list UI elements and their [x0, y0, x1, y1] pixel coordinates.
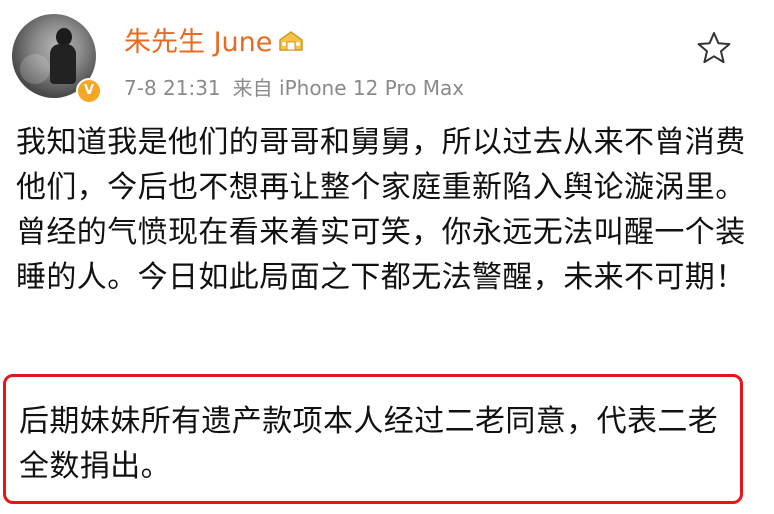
post-body: 我知道我是他们的哥哥和舅舅，所以过去从来不曾消费他们，今后也不想再让整个家庭重新…: [16, 125, 746, 295]
verified-badge-icon: V: [76, 78, 102, 104]
post-meta: 7-8 21:31 来自 iPhone 12 Pro Max: [124, 74, 464, 102]
post-source: 来自 iPhone 12 Pro Max: [232, 76, 465, 100]
post-date: 7-8 21:31: [124, 76, 221, 100]
weibo-post: V 朱先生 June 7-8 21:31 来自 iPhone 12 Pro Max…: [0, 0, 774, 514]
highlighted-text: 后期妹妹所有遗产款项本人经过二老同意，代表二老全数捐出。: [19, 404, 719, 484]
highlight-box: 后期妹妹所有遗产款项本人经过二老同意，代表二老全数捐出。: [3, 374, 743, 504]
avatar[interactable]: V: [12, 14, 102, 104]
member-badge-icon: [279, 30, 304, 51]
star-icon[interactable]: [696, 30, 732, 66]
username[interactable]: 朱先生 June: [124, 27, 272, 58]
username-row[interactable]: 朱先生 June: [124, 26, 304, 60]
